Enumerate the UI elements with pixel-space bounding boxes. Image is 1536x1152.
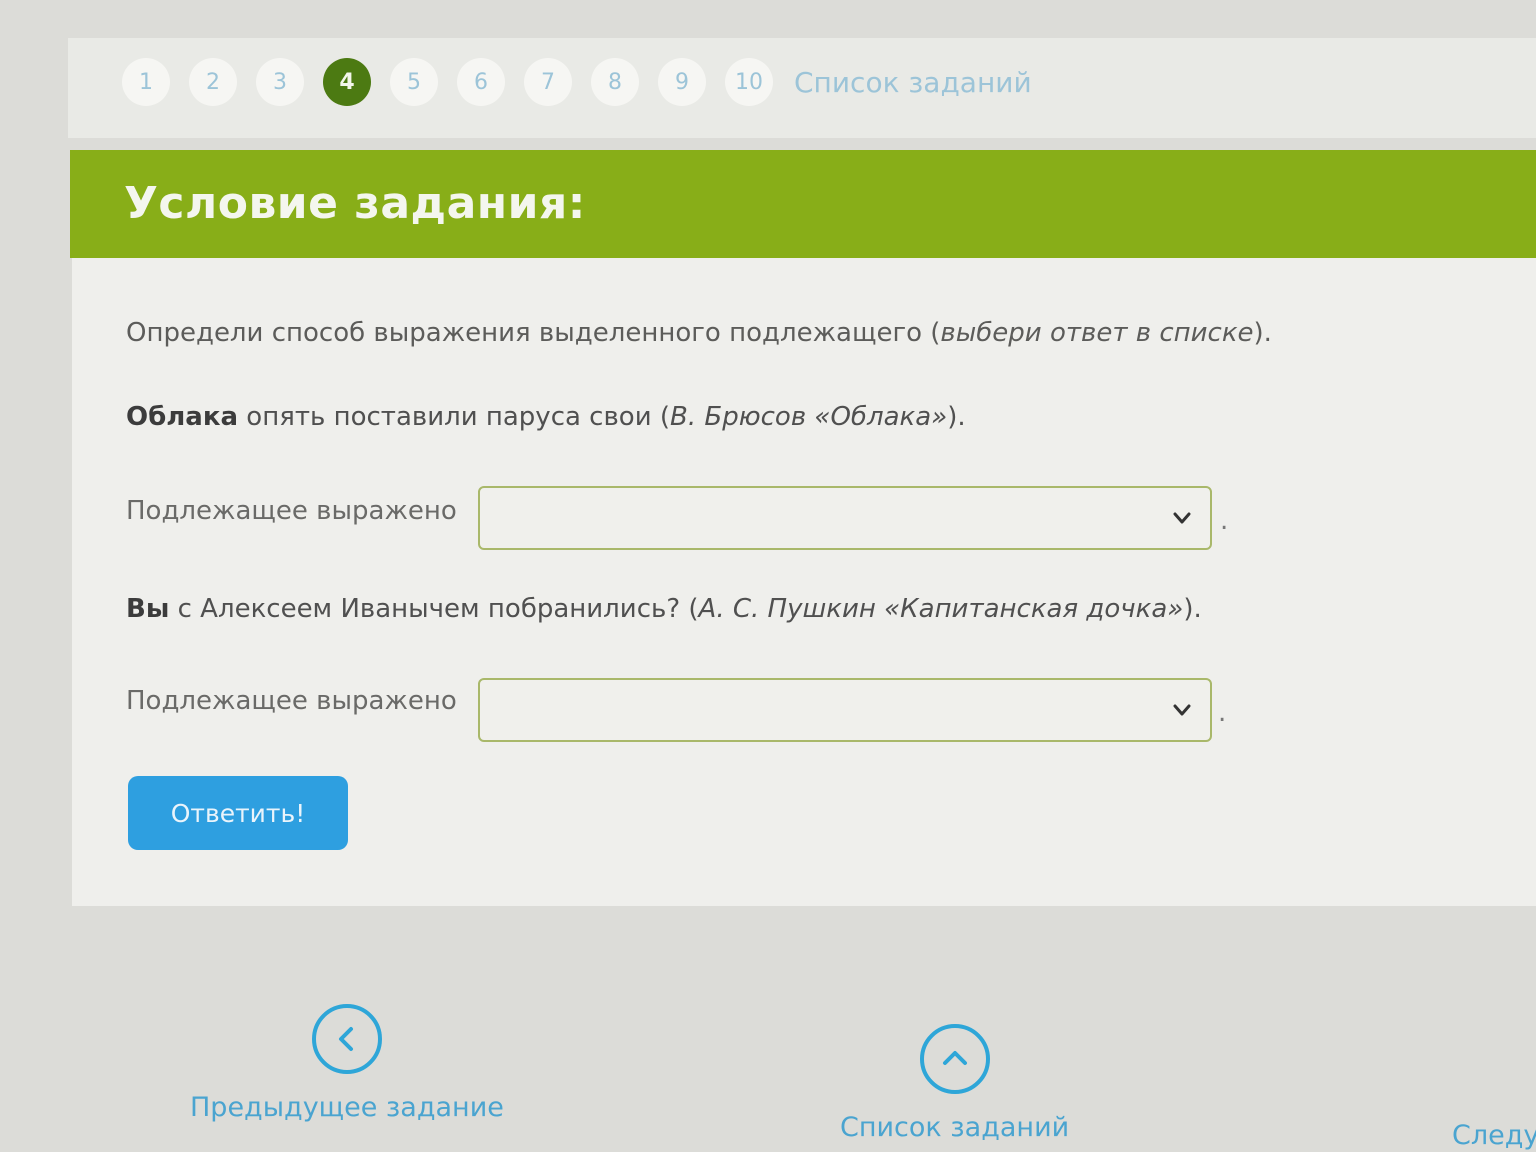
page-button-8[interactable]: 8 bbox=[591, 58, 639, 106]
sentence-1-source: В. Брюсов «Облака» bbox=[670, 402, 948, 432]
chevron-down-icon bbox=[1173, 704, 1191, 716]
sentence-2-source: А. С. Пушкин «Капитанская дочка» bbox=[698, 594, 1184, 624]
answer-period-1: . bbox=[1220, 506, 1229, 536]
sentence-1-text: опять поставили паруса свои ( bbox=[238, 402, 671, 432]
sentence-2-end: ). bbox=[1183, 594, 1202, 624]
task-list-bottom-link[interactable]: Список заданий bbox=[840, 1024, 1069, 1143]
task-list-link[interactable]: Список заданий bbox=[794, 66, 1032, 99]
task-header: Условие задания: bbox=[70, 150, 1536, 258]
page-button-10[interactable]: 10 bbox=[725, 58, 773, 106]
sentence-2-text: с Алексеем Иванычем побранились? ( bbox=[169, 594, 699, 624]
sentence-1-subject: Облака bbox=[126, 402, 239, 432]
answer-period-2: . bbox=[1218, 698, 1227, 728]
answer-label-2: Подлежащее выражено bbox=[126, 686, 457, 716]
chevron-left-icon bbox=[338, 1027, 353, 1051]
task-prompt-hint: выбери ответ в списке bbox=[940, 318, 1254, 348]
task-header-title: Условие задания: bbox=[124, 178, 586, 229]
answer-select-2[interactable] bbox=[478, 678, 1212, 742]
chevron-up-circle-icon bbox=[919, 1024, 990, 1094]
answer-label-1: Подлежащее выражено bbox=[126, 496, 457, 526]
task-prompt-text: Определи способ выражения выделенного по… bbox=[126, 318, 941, 348]
next-task-link[interactable]: Следу bbox=[1452, 1120, 1536, 1151]
answer-button[interactable]: Ответить! bbox=[128, 776, 348, 850]
sentence-1-end: ). bbox=[947, 402, 966, 432]
chevron-up-icon bbox=[942, 1051, 967, 1065]
task-list-bottom-label: Список заданий bbox=[840, 1112, 1070, 1143]
page-button-6[interactable]: 6 bbox=[457, 58, 505, 106]
page-button-4[interactable]: 4 bbox=[323, 58, 371, 106]
task-pager: 1 2 3 4 5 6 7 8 9 10 Список заданий bbox=[122, 58, 1032, 106]
page-button-2[interactable]: 2 bbox=[189, 58, 237, 106]
chevron-left-circle-icon bbox=[311, 1004, 382, 1074]
page-button-9[interactable]: 9 bbox=[658, 58, 706, 106]
task-prompt: Определи способ выражения выделенного по… bbox=[126, 318, 1272, 348]
page-button-7[interactable]: 7 bbox=[524, 58, 572, 106]
answer-select-1[interactable] bbox=[478, 486, 1212, 550]
page-button-5[interactable]: 5 bbox=[390, 58, 438, 106]
prev-task-label: Предыдущее задание bbox=[190, 1092, 504, 1123]
task-prompt-end: ). bbox=[1253, 318, 1272, 348]
sentence-2: Вы с Алексеем Иванычем побранились? (А. … bbox=[126, 594, 1202, 624]
page-button-3[interactable]: 3 bbox=[256, 58, 304, 106]
page-button-1[interactable]: 1 bbox=[122, 58, 170, 106]
sentence-1: Облака опять поставили паруса свои (В. Б… bbox=[126, 402, 966, 432]
prev-task-link[interactable]: Предыдущее задание bbox=[190, 1004, 504, 1123]
sentence-2-subject: Вы bbox=[126, 594, 170, 624]
chevron-down-icon bbox=[1173, 512, 1191, 524]
